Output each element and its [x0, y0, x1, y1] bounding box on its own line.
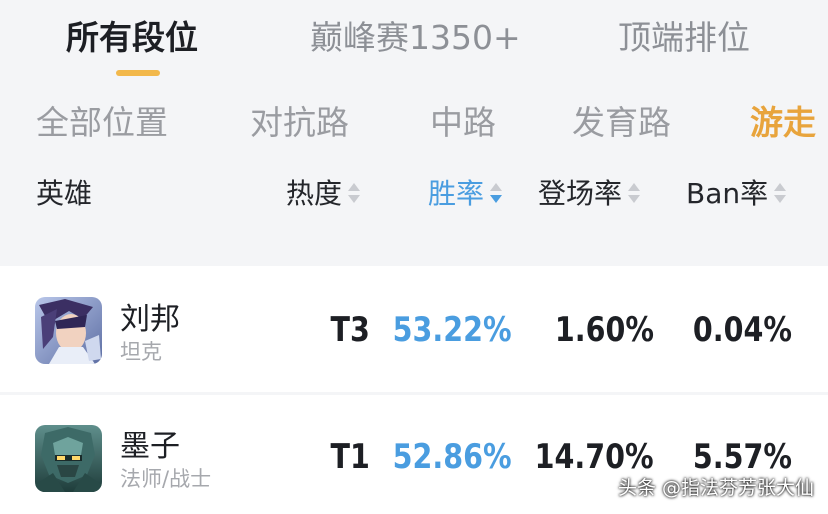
ban-rate-value: 5.57% [692, 437, 792, 477]
hero-role: 坦克 [120, 340, 162, 364]
sort-desc-icon [490, 181, 503, 205]
header-hero: 英雄 [36, 177, 93, 210]
header-ban-rate[interactable]: Ban率 [686, 174, 787, 214]
sort-icon [628, 181, 641, 205]
table-row[interactable]: 刘邦 坦克 T3 53.22% 1.60% 0.04% [0, 266, 828, 392]
heat-tier: T1 [330, 437, 370, 477]
header-pick-rate[interactable]: 登场率 [538, 174, 641, 214]
position-tab-roam[interactable]: 游走 [750, 100, 816, 146]
filter-header: 所有段位 巅峰赛1350+ 顶端排位 全部位置 对抗路 中路 发育路 游走 英雄… [0, 0, 828, 245]
header-win-rate[interactable]: 胜率 [428, 174, 503, 214]
position-tab-all[interactable]: 全部位置 [36, 100, 168, 146]
header-ban-rate-label: Ban率 [686, 177, 769, 210]
hero-avatar-mozi [35, 425, 102, 492]
tab-all-ranks[interactable]: 所有段位 [66, 14, 198, 62]
win-rate-value: 52.86% [393, 437, 512, 477]
heat-tier: T3 [330, 310, 370, 350]
header-pick-rate-label: 登场率 [538, 177, 623, 210]
watermark: 头条 @指法芬芳张大仙 [617, 477, 814, 499]
hero-name: 刘邦 [120, 302, 180, 337]
win-rate-value: 53.22% [393, 310, 512, 350]
header-heat-label: 热度 [286, 177, 343, 210]
pick-rate-value: 1.60% [554, 310, 654, 350]
position-tab-farm-lane[interactable]: 发育路 [572, 100, 671, 146]
position-tab-mid-lane[interactable]: 中路 [430, 100, 496, 146]
header-win-rate-label: 胜率 [428, 177, 485, 210]
position-tab-clash-lane[interactable]: 对抗路 [250, 100, 349, 146]
ban-rate-value: 0.04% [692, 310, 792, 350]
sort-icon [348, 181, 361, 205]
active-tab-indicator [116, 70, 160, 76]
hero-role: 法师/战士 [120, 467, 212, 491]
pick-rate-value: 14.70% [535, 437, 654, 477]
sort-icon [774, 181, 787, 205]
header-heat[interactable]: 热度 [286, 174, 361, 214]
tab-top-ranked[interactable]: 顶端排位 [618, 14, 750, 62]
hero-name: 墨子 [120, 429, 180, 464]
tab-peak-1350[interactable]: 巅峰赛1350+ [310, 14, 521, 62]
hero-avatar-liubang [35, 297, 102, 364]
